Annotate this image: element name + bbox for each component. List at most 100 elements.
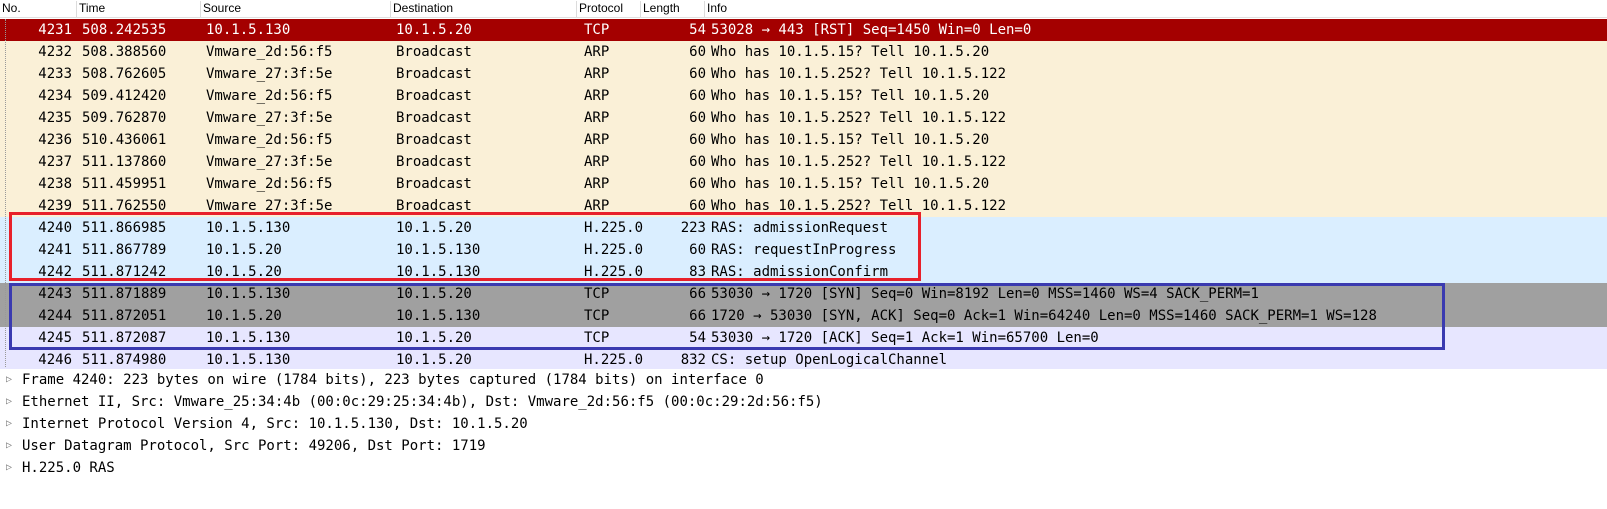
- expand-triangle-icon[interactable]: ▷: [6, 435, 12, 457]
- packet-source: 10.1.5.130: [206, 330, 291, 346]
- packet-row[interactable]: 4238 511.459951 Vmware_2d:56:f5 Broadcast AR…: [0, 173, 1607, 195]
- detail-tree-label: User Datagram Protocol, Src Port: 49206,…: [22, 438, 486, 454]
- packet-time: 508.762605: [82, 66, 167, 82]
- packet-row[interactable]: 4236 510.436061 Vmware_2d:56:f5 Broadcast AR…: [0, 129, 1607, 151]
- packet-details-pane: ▷ Frame 4240: 223 bytes on wire (1784 bit…: [0, 369, 1607, 509]
- column-header-time[interactable]: Time: [76, 1, 200, 17]
- expand-triangle-icon[interactable]: ▷: [6, 369, 12, 391]
- packet-row[interactable]: 4243 511.871889 10.1.5.130 10.1.5.20 TCP 66 53…: [0, 283, 1607, 305]
- packet-protocol: ARP: [584, 132, 610, 148]
- column-header-no[interactable]: No.: [0, 1, 76, 17]
- packet-row[interactable]: 4237 511.137860 Vmware_27:3f:5e Broadcast AR…: [0, 151, 1607, 173]
- packet-length: 60: [689, 110, 706, 126]
- packet-row[interactable]: 4233 508.762605 Vmware_27:3f:5e Broadcast AR…: [0, 63, 1607, 85]
- packet-destination: 10.1.5.20: [396, 352, 472, 368]
- packet-protocol: ARP: [584, 110, 610, 126]
- column-header-destination[interactable]: Destination: [390, 1, 576, 17]
- packet-destination: 10.1.5.20: [396, 286, 472, 302]
- packet-info: Who has 10.1.5.15? Tell 10.1.5.20: [711, 88, 990, 104]
- expand-triangle-icon[interactable]: ▷: [6, 391, 12, 413]
- packet-row[interactable]: 4245 511.872087 10.1.5.130 10.1.5.20 TCP 54 53…: [0, 327, 1607, 349]
- packet-row[interactable]: 4239 511.762550 Vmware_27:3f:5e Broadcast AR…: [0, 195, 1607, 217]
- packet-source: Vmware_2d:56:f5: [206, 88, 333, 104]
- packet-protocol: H.225.0: [584, 242, 644, 258]
- packet-source: 10.1.5.20: [206, 242, 282, 258]
- packet-no: 4237: [38, 154, 72, 170]
- packet-protocol: H.225.0: [584, 352, 644, 368]
- packet-no: 4234: [38, 88, 72, 104]
- packet-protocol: ARP: [584, 66, 610, 82]
- packet-protocol: TCP: [584, 330, 610, 346]
- packet-time: 511.871242: [82, 264, 167, 280]
- packet-info: 53028 → 443 [RST] Seq=1450 Win=0 Len=0: [711, 22, 1032, 38]
- packet-length: 223: [680, 220, 706, 236]
- packet-protocol: TCP: [584, 286, 610, 302]
- packet-destination: Broadcast: [396, 154, 472, 170]
- column-header-protocol[interactable]: Protocol: [576, 1, 640, 17]
- packet-protocol: ARP: [584, 88, 610, 104]
- packet-row[interactable]: 4235 509.762870 Vmware_27:3f:5e Broadcast AR…: [0, 107, 1607, 129]
- packet-row[interactable]: 4231 508.242535 10.1.5.130 10.1.5.20 TCP 54 53…: [0, 19, 1607, 41]
- packet-destination: 10.1.5.130: [396, 308, 481, 324]
- packet-time: 511.867789: [82, 242, 167, 258]
- detail-tree-item[interactable]: ▷ Ethernet II, Src: Vmware_25:34:4b (00:0…: [0, 391, 1607, 413]
- packet-row[interactable]: 4246 511.874980 10.1.5.130 10.1.5.20 H.225.0…: [0, 349, 1607, 371]
- packet-time: 511.874980: [82, 352, 167, 368]
- packet-info: Who has 10.1.5.252? Tell 10.1.5.122: [711, 66, 1007, 82]
- packet-row[interactable]: 4244 511.872051 10.1.5.20 10.1.5.130 TCP 66 17…: [0, 305, 1607, 327]
- packet-no: 4246: [38, 352, 72, 368]
- packet-destination: Broadcast: [396, 110, 472, 126]
- packet-time: 511.762550: [82, 198, 167, 214]
- column-header-source[interactable]: Source: [200, 1, 390, 17]
- packet-destination: Broadcast: [396, 44, 472, 60]
- packet-no: 4235: [38, 110, 72, 126]
- detail-tree-item[interactable]: ▷ H.225.0 RAS: [0, 457, 1607, 479]
- detail-tree-item[interactable]: ▷ User Datagram Protocol, Src Port: 49206…: [0, 435, 1607, 457]
- packet-length: 66: [689, 286, 706, 302]
- packet-no: 4242: [38, 264, 72, 280]
- packet-protocol: ARP: [584, 198, 610, 214]
- packet-row[interactable]: 4242 511.871242 10.1.5.20 10.1.5.130 H.225.0…: [0, 261, 1607, 283]
- packet-info: RAS: requestInProgress: [711, 242, 897, 258]
- column-header-length[interactable]: Length: [640, 1, 704, 17]
- packet-length: 60: [689, 198, 706, 214]
- packet-row[interactable]: 4240 511.866985 10.1.5.130 10.1.5.20 H.225.0…: [0, 217, 1607, 239]
- packet-length: 60: [689, 154, 706, 170]
- packet-no: 4245: [38, 330, 72, 346]
- packet-length: 54: [689, 22, 706, 38]
- column-header-info[interactable]: Info: [704, 1, 1607, 17]
- packet-length: 66: [689, 308, 706, 324]
- packet-destination: Broadcast: [396, 88, 472, 104]
- detail-tree-label: H.225.0 RAS: [22, 460, 115, 476]
- packet-length: 60: [689, 44, 706, 60]
- packet-no: 4236: [38, 132, 72, 148]
- packet-row[interactable]: 4234 509.412420 Vmware_2d:56:f5 Broadcast AR…: [0, 85, 1607, 107]
- packet-info: Who has 10.1.5.252? Tell 10.1.5.122: [711, 110, 1007, 126]
- packet-row[interactable]: 4241 511.867789 10.1.5.20 10.1.5.130 H.225.0…: [0, 239, 1607, 261]
- detail-tree-item[interactable]: ▷ Internet Protocol Version 4, Src: 10.1.…: [0, 413, 1607, 435]
- packet-time: 511.459951: [82, 176, 167, 192]
- packet-info: 1720 → 53030 [SYN, ACK] Seq=0 Ack=1 Win=…: [711, 308, 1377, 324]
- packet-info: Who has 10.1.5.15? Tell 10.1.5.20: [711, 132, 990, 148]
- packet-info: Who has 10.1.5.15? Tell 10.1.5.20: [711, 176, 990, 192]
- packet-no: 4243: [38, 286, 72, 302]
- packet-destination: 10.1.5.20: [396, 330, 472, 346]
- packet-length: 83: [689, 264, 706, 280]
- packet-no: 4232: [38, 44, 72, 60]
- packet-protocol: TCP: [584, 308, 610, 324]
- packet-row[interactable]: 4232 508.388560 Vmware_2d:56:f5 Broadcast AR…: [0, 41, 1607, 63]
- detail-tree-label: Frame 4240: 223 bytes on wire (1784 bits…: [22, 372, 764, 388]
- packet-protocol: TCP: [584, 22, 610, 38]
- packet-destination: Broadcast: [396, 198, 472, 214]
- packet-list-header: No. Time Source Destination Protocol Len…: [0, 0, 1607, 18]
- expand-triangle-icon[interactable]: ▷: [6, 413, 12, 435]
- packet-source: 10.1.5.20: [206, 264, 282, 280]
- packet-no: 4241: [38, 242, 72, 258]
- detail-tree-label: Internet Protocol Version 4, Src: 10.1.5…: [22, 416, 528, 432]
- detail-tree-item[interactable]: ▷ Frame 4240: 223 bytes on wire (1784 bit…: [0, 369, 1607, 391]
- expand-triangle-icon[interactable]: ▷: [6, 457, 12, 479]
- packet-no: 4239: [38, 198, 72, 214]
- packet-info: Who has 10.1.5.252? Tell 10.1.5.122: [711, 198, 1007, 214]
- packet-no: 4233: [38, 66, 72, 82]
- packet-no: 4231: [38, 22, 72, 38]
